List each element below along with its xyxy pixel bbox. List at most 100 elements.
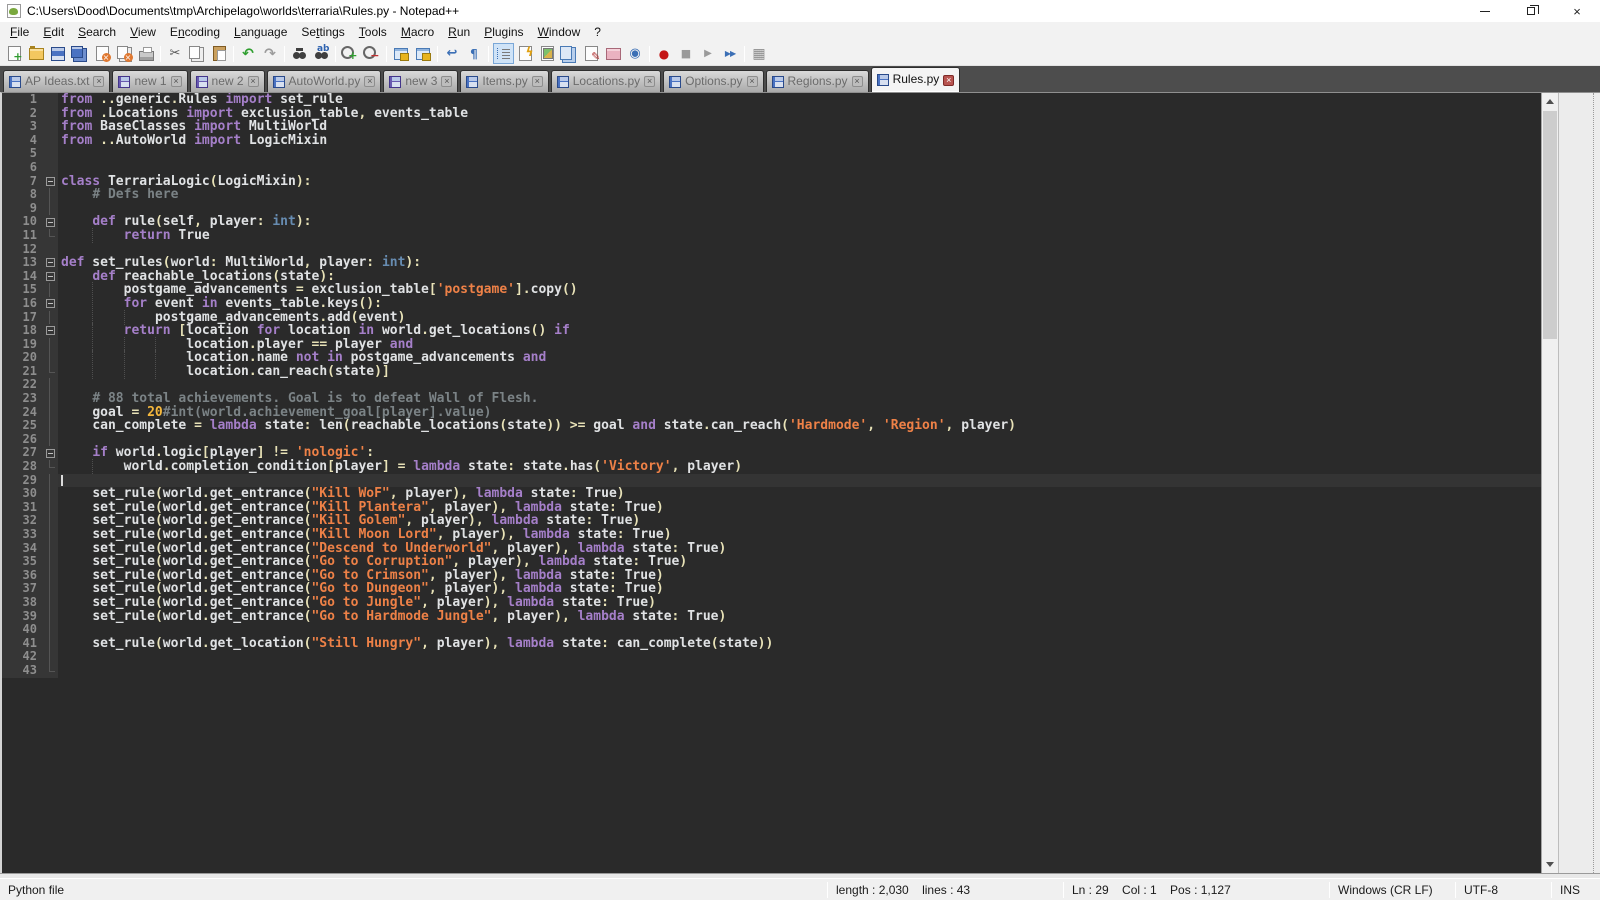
macro-record-button[interactable] — [654, 43, 675, 64]
show-indent-guide-button[interactable] — [493, 43, 514, 64]
menu-item-settings[interactable]: Settings — [294, 23, 351, 41]
tab-close-icon[interactable]: × — [532, 76, 543, 87]
document-map-icon — [539, 45, 556, 62]
cut-button[interactable] — [165, 43, 186, 64]
close-file-button[interactable] — [92, 43, 113, 64]
document-list-button[interactable] — [559, 43, 580, 64]
minimize-button[interactable] — [1462, 0, 1508, 22]
redo-button[interactable] — [260, 43, 281, 64]
monitoring-button[interactable] — [625, 43, 646, 64]
tab-close-icon[interactable]: × — [644, 76, 655, 87]
status-encoding[interactable]: UTF-8 — [1456, 883, 1551, 897]
fold-margin[interactable] — [42, 297, 58, 311]
macro-play-button[interactable] — [698, 43, 719, 64]
menu-item-help[interactable]: ? — [587, 23, 608, 41]
tab-ap-ideas-txt[interactable]: AP Ideas.txt× — [3, 70, 110, 92]
tab-new-1[interactable]: new 1× — [112, 70, 187, 92]
tab-close-icon[interactable]: × — [93, 76, 104, 87]
fold-collapse-icon[interactable] — [46, 299, 55, 308]
document-map-button[interactable] — [537, 43, 558, 64]
menu-item-edit[interactable]: Edit — [36, 23, 71, 41]
menu-item-run[interactable]: Run — [441, 23, 477, 41]
menu-item-view[interactable]: View — [123, 23, 163, 41]
fold-collapse-icon[interactable] — [46, 326, 55, 335]
new-file-button[interactable] — [4, 43, 25, 64]
code-line: 21 location.can_reach(state)] — [2, 365, 1541, 379]
replace-button[interactable] — [311, 43, 332, 64]
fold-margin[interactable] — [42, 324, 58, 338]
sync-vertical-scroll-button[interactable] — [391, 43, 412, 64]
tab-options-py[interactable]: Options.py× — [663, 70, 763, 92]
indent-guide — [61, 609, 92, 624]
find-button[interactable] — [289, 43, 310, 64]
macro-stop-button[interactable] — [676, 43, 697, 64]
menu-item-file[interactable]: File — [3, 23, 36, 41]
tab-new-3[interactable]: new 3× — [383, 70, 458, 92]
show-all-characters-button[interactable] — [464, 43, 485, 64]
zoom-out-button[interactable] — [362, 43, 383, 64]
fold-collapse-icon[interactable] — [46, 218, 55, 227]
fold-margin — [42, 338, 58, 352]
scroll-down-arrow-icon[interactable] — [1542, 856, 1558, 873]
word-wrap-button[interactable] — [442, 43, 463, 64]
menu-item-plugins[interactable]: Plugins — [477, 23, 530, 41]
fold-margin[interactable] — [42, 270, 58, 284]
tab-close-icon[interactable]: × — [171, 76, 182, 87]
fold-margin — [42, 637, 58, 651]
tab-items-py[interactable]: Items.py× — [460, 70, 548, 92]
tab-close-icon[interactable]: × — [943, 75, 954, 86]
save-file-button[interactable] — [48, 43, 69, 64]
fold-margin[interactable] — [42, 215, 58, 229]
close-all-button[interactable] — [114, 43, 135, 64]
macro-save-button[interactable] — [749, 43, 770, 64]
fold-collapse-icon[interactable] — [46, 258, 55, 267]
code-editor[interactable]: 1from ..generic.Rules import set_rule2fr… — [2, 93, 1541, 873]
print-button[interactable] — [136, 43, 157, 64]
fold-collapse-icon[interactable] — [46, 177, 55, 186]
scroll-up-arrow-icon[interactable] — [1542, 93, 1558, 110]
macro-run-multiple-button[interactable] — [720, 43, 741, 64]
shortcut-mapper-button[interactable] — [581, 43, 602, 64]
code-text — [58, 433, 1541, 447]
tab-autoworld-py[interactable]: AutoWorld.py× — [267, 70, 382, 92]
menu-item-language[interactable]: Language — [227, 23, 294, 41]
code-line: 28 world.completion_condition[player] = … — [2, 460, 1541, 474]
tab-close-icon[interactable]: × — [441, 76, 452, 87]
status-insert-mode[interactable]: INS — [1552, 883, 1600, 897]
open-file-button[interactable] — [26, 43, 47, 64]
tab-close-icon[interactable]: × — [364, 76, 375, 87]
restore-button[interactable] — [1508, 0, 1554, 22]
tab-close-icon[interactable]: × — [852, 76, 863, 87]
tab-close-icon[interactable]: × — [248, 76, 259, 87]
menu-item-search[interactable]: Search — [71, 23, 123, 41]
undo-button[interactable] — [238, 43, 259, 64]
fold-margin[interactable] — [42, 175, 58, 189]
fold-collapse-icon[interactable] — [46, 272, 55, 281]
fold-collapse-icon[interactable] — [46, 449, 55, 458]
copy-button[interactable] — [187, 43, 208, 64]
tab-rules-py[interactable]: Rules.py× — [871, 67, 961, 92]
fold-line — [49, 419, 50, 433]
menu-item-tools[interactable]: Tools — [352, 23, 394, 41]
menu-item-window[interactable]: Window — [531, 23, 588, 41]
fold-margin[interactable] — [42, 446, 58, 460]
menu-item-macro[interactable]: Macro — [394, 23, 441, 41]
tab-regions-py[interactable]: Regions.py× — [766, 70, 869, 92]
folder-as-workspace-button[interactable] — [603, 43, 624, 64]
status-eol-format[interactable]: Windows (CR LF) — [1330, 883, 1455, 897]
tab-new-2[interactable]: new 2× — [190, 70, 265, 92]
fold-margin[interactable] — [42, 256, 58, 270]
paste-button[interactable] — [209, 43, 230, 64]
function-list-button[interactable] — [515, 43, 536, 64]
vertical-scrollbar[interactable] — [1541, 93, 1558, 873]
fold-margin — [42, 188, 58, 202]
menu-item-encoding[interactable]: Encoding — [163, 23, 227, 41]
tab-close-icon[interactable]: × — [747, 76, 758, 87]
zoom-in-button[interactable] — [340, 43, 361, 64]
replace-icon — [313, 45, 330, 62]
tab-locations-py[interactable]: Locations.py× — [551, 70, 661, 92]
scrollbar-thumb[interactable] — [1543, 111, 1557, 339]
sync-horizontal-scroll-button[interactable] — [413, 43, 434, 64]
save-all-button[interactable] — [70, 43, 91, 64]
close-button[interactable]: × — [1554, 0, 1600, 22]
